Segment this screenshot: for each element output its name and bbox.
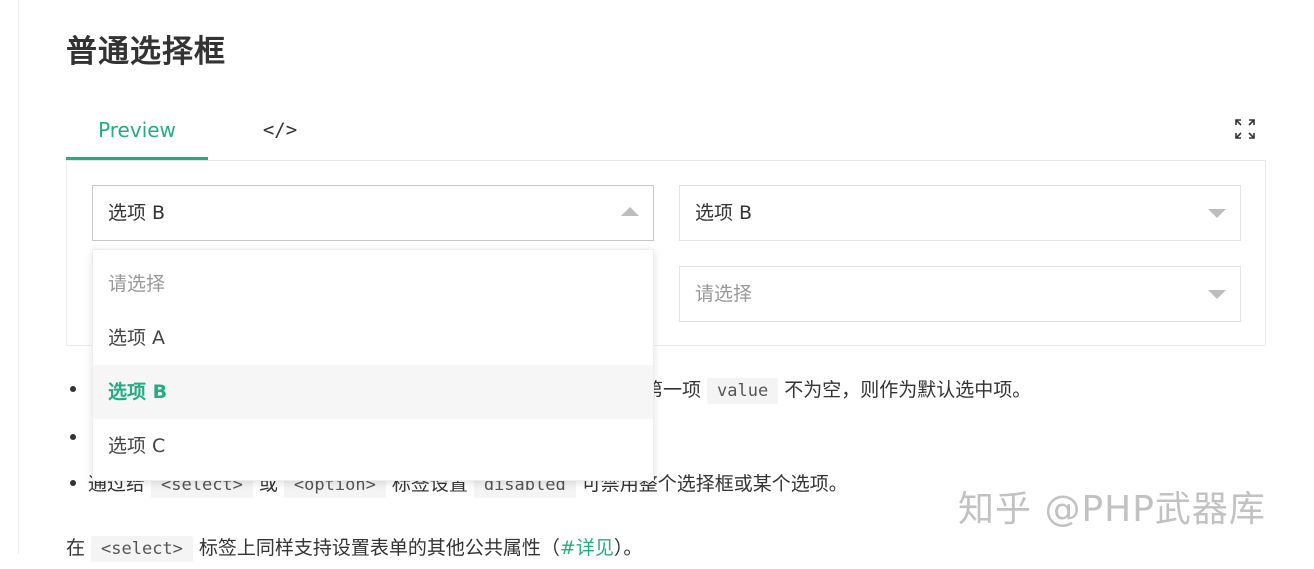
bullet-dot — [70, 433, 76, 440]
select-dropdown-menu: 请选择 选项 A 选项 B 选项 C — [92, 249, 654, 481]
tab-preview-label: Preview — [98, 118, 176, 142]
para-text: 在 — [66, 537, 86, 559]
inline-code: <select> — [91, 536, 193, 562]
dropdown-option-a[interactable]: 选项 A — [93, 311, 653, 365]
dropdown-option-placeholder[interactable]: 请选择 — [93, 257, 653, 311]
attributes-paragraph: 在 <select> 标签上同样支持设置表单的其他公共属性（#详见）。 — [66, 528, 642, 569]
tab-preview[interactable]: Preview — [66, 108, 208, 160]
select-open[interactable]: 选项 B — [92, 185, 654, 241]
select-value: 选项 B — [695, 202, 753, 224]
bullet-dot — [70, 479, 76, 486]
dropdown-option-b-selected[interactable]: 选项 B — [93, 365, 653, 419]
tab-code[interactable]: </> — [252, 108, 308, 160]
select-placeholder-text: 请选择 — [695, 283, 753, 305]
tab-code-label: </> — [262, 119, 298, 141]
details-link[interactable]: #详见 — [560, 537, 614, 559]
dropdown-option-c[interactable]: 选项 C — [93, 419, 653, 473]
caret-up-icon — [621, 207, 639, 216]
para-text: 标签上同样支持设置表单的其他公共属性（ — [198, 537, 560, 559]
inline-code: value — [707, 378, 779, 404]
select-value: 选项 B — [108, 202, 166, 224]
caret-down-icon — [1208, 209, 1226, 218]
select-placeholder[interactable]: 请选择 — [679, 266, 1241, 322]
fullscreen-icon[interactable] — [1234, 118, 1256, 140]
demo-tabs: Preview </> — [66, 108, 1266, 160]
list-item — [66, 416, 88, 460]
page-title: 普通选择框 — [66, 34, 226, 70]
note-text: 不为空，则作为默认选中项。 — [784, 379, 1032, 401]
caret-down-icon — [1208, 290, 1226, 299]
bullet-dot — [70, 385, 76, 392]
para-text: ）。 — [613, 537, 643, 559]
select-default[interactable]: 选项 B — [679, 185, 1241, 241]
watermark: 知乎 @PHP武器库 — [958, 489, 1266, 530]
left-border-rule — [18, 0, 19, 554]
